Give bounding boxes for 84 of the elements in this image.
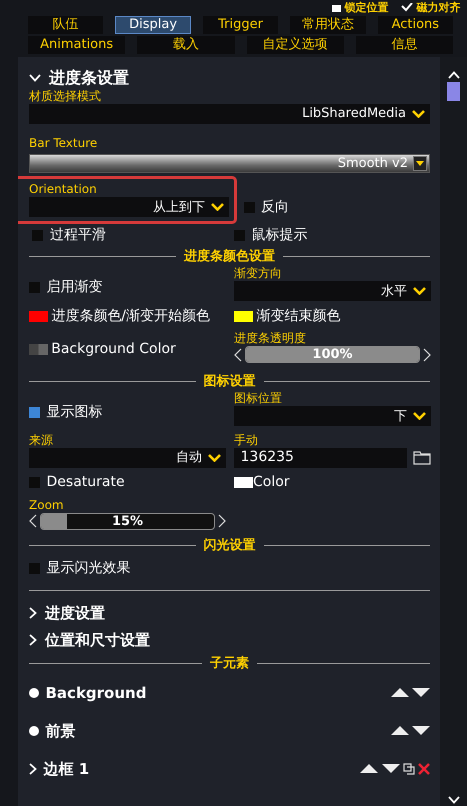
checkbox[interactable] [244, 202, 254, 214]
chevron-down-icon [412, 110, 425, 118]
scrollbar-thumb[interactable] [447, 82, 460, 101]
element-label: 前景 [46, 720, 76, 742]
move-down-icon[interactable] [412, 726, 430, 736]
chevron-right-icon[interactable] [29, 607, 37, 620]
color-swatch[interactable] [29, 310, 48, 322]
slider[interactable]: 15% [40, 512, 215, 530]
group-title: 位置和尺寸设置 [45, 630, 150, 651]
tab[interactable]: 队伍 [28, 16, 104, 34]
checkbox-label: Desaturate [46, 473, 125, 492]
move-down-icon[interactable] [382, 764, 400, 774]
checkbox-label: 启用渐变 [46, 278, 102, 298]
color-swatch[interactable] [234, 477, 253, 488]
section-title: 图标设置 [204, 372, 256, 390]
checkbox-label: 显示闪光效果 [46, 559, 130, 578]
checkbox[interactable] [29, 563, 40, 574]
color-label: Color [253, 473, 290, 492]
chevron-down-icon [413, 412, 426, 420]
field-label: Orientation [29, 182, 98, 198]
tab[interactable]: Actions [378, 16, 454, 34]
tab[interactable]: 信息 [356, 36, 453, 54]
tab[interactable]: Trigger [202, 16, 278, 34]
checkbox[interactable] [29, 477, 40, 488]
color-label: Background Color [51, 340, 176, 360]
color-label: 渐变结束颜色 [256, 306, 340, 326]
scroll-down-icon[interactable] [448, 796, 460, 804]
group-title: 进度条设置 [49, 67, 129, 89]
checkbox[interactable] [234, 230, 245, 241]
tab[interactable]: 载入 [137, 36, 234, 54]
move-up-icon[interactable] [390, 726, 409, 736]
delete-icon[interactable] [418, 762, 430, 775]
element-label: Background [46, 682, 146, 704]
input-field[interactable]: 136235 [234, 448, 406, 468]
move-down-icon[interactable] [412, 688, 430, 698]
section-title: 进度条颜色设置 [184, 248, 275, 266]
checkmark-icon[interactable] [401, 2, 414, 12]
checkbox[interactable] [32, 230, 44, 241]
scroll-up-icon[interactable] [448, 71, 460, 79]
checkbox-label: 过程平滑 [50, 226, 106, 245]
tab[interactable]: 常用状态 [290, 16, 366, 34]
chevron-down-icon [413, 287, 426, 296]
field-label: 来源 [29, 432, 54, 448]
option-label: 磁力对齐 [416, 0, 460, 14]
field-label: 手动 [234, 432, 259, 448]
chevron-down-icon [208, 454, 221, 462]
chevron-right-icon[interactable] [29, 634, 37, 646]
dropdown[interactable]: LibSharedMedia [29, 104, 430, 124]
move-up-icon[interactable] [360, 764, 378, 774]
checkbox-label: 显示图标 [46, 403, 102, 422]
field-label: 进度条透明度 [234, 331, 307, 346]
folder-icon[interactable] [413, 450, 431, 465]
checkbox[interactable] [29, 407, 40, 418]
dropdown[interactable]: 从上到下 [29, 197, 229, 218]
field-label: Zoom [29, 498, 65, 513]
color-label: 进度条颜色/渐变开始颜色 [51, 306, 210, 326]
dropdown[interactable]: 自动 [29, 448, 226, 468]
bullet-icon [29, 726, 39, 736]
dropdown[interactable]: 下 [234, 406, 431, 426]
field-label: 渐变方向 [234, 266, 283, 282]
bullet-icon [29, 688, 39, 698]
chevron-right-icon[interactable] [29, 762, 37, 775]
tab[interactable]: Display [115, 16, 191, 34]
chevron-down-icon [211, 203, 224, 212]
duplicate-icon[interactable] [402, 762, 415, 775]
field-label: 图标位置 [234, 391, 283, 406]
dropdown[interactable]: 水平 [234, 281, 431, 302]
move-up-icon[interactable] [390, 688, 409, 698]
color-swatch[interactable] [234, 310, 253, 322]
checkbox-label: 鼠标提示 [252, 226, 308, 245]
tab[interactable]: Animations [28, 36, 126, 54]
checkbox[interactable] [29, 282, 40, 294]
element-label: 边框 1 [44, 758, 90, 780]
tab[interactable]: 自定义选项 [246, 36, 344, 54]
section-title: 子元素 [210, 654, 249, 673]
texture-dropdown[interactable]: Smooth v2 [29, 154, 430, 174]
color-swatch[interactable] [29, 344, 48, 356]
chevron-down-icon[interactable] [29, 74, 41, 82]
field-label: 材质选择模式 [29, 89, 102, 104]
field-label: Bar Texture [29, 136, 98, 151]
group-title: 进度设置 [45, 603, 105, 624]
option-label: 锁定位置 [344, 0, 388, 14]
section-title: 闪光设置 [204, 537, 256, 555]
checkbox-label: 反向 [261, 198, 289, 218]
